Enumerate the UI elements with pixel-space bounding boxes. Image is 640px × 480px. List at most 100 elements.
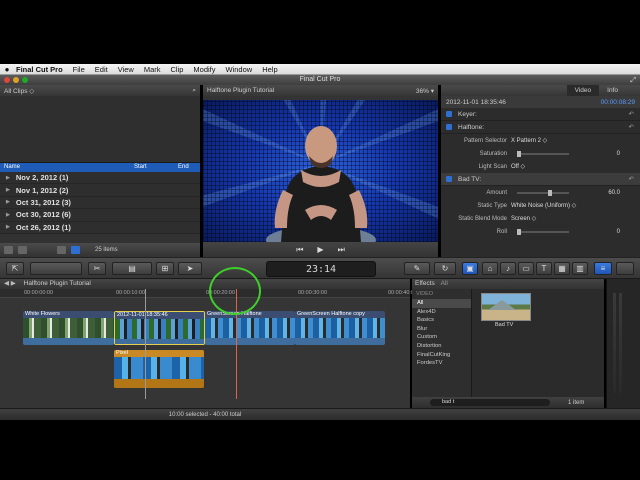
effects-browser-icon[interactable]: ▣ (462, 262, 478, 275)
disclosure-triangle-icon[interactable]: ▶ (6, 199, 10, 205)
selection-duration: 10:00 selected - 40:00 total (168, 412, 242, 418)
column-start[interactable]: Start (130, 163, 174, 172)
effect-bad-tv[interactable]: Bad TV: ↶ (441, 173, 640, 186)
enable-checkbox[interactable] (446, 111, 452, 117)
generators-browser-icon[interactable]: ▦ (554, 262, 570, 275)
timeline-clip-selected[interactable]: 2012-11-01 18:35:46 (114, 311, 205, 345)
gear-icon[interactable] (18, 246, 27, 254)
connect-icon[interactable]: ⊞ (156, 262, 174, 275)
playhead[interactable] (145, 289, 146, 399)
timeline-header: ◀ ▶ Halftone Plugin Tutorial (0, 279, 410, 289)
reset-icon[interactable]: ↶ (629, 175, 634, 183)
category-item[interactable]: Alex4D (412, 308, 471, 317)
select-tool-icon[interactable]: ➤ (178, 262, 202, 275)
filmstrip-view-icon[interactable] (57, 246, 66, 254)
transitions-browser-icon[interactable]: ▭ (518, 262, 534, 275)
timeline-clip[interactable]: White Flowers (23, 311, 114, 345)
timeline-status-bar: 10:00 selected - 40:00 total (0, 408, 640, 420)
effect-halftone[interactable]: Halftone: ↶ (441, 121, 640, 134)
list-item[interactable]: ▶ Oct 26, 2012 (1) (0, 221, 200, 234)
import-icon[interactable]: ⇱ (6, 262, 24, 275)
disclosure-triangle-icon[interactable]: ▶ (6, 212, 10, 218)
next-button[interactable]: ⏭ (338, 245, 345, 255)
category-item[interactable]: FordesTV (412, 359, 471, 368)
music-browser-icon[interactable]: ♪ (500, 262, 516, 275)
category-item[interactable]: Custom (412, 333, 471, 342)
timeline-ruler[interactable]: 00:00:00:00 00:00:10:00 00:00:20:00 00:0… (0, 289, 417, 298)
category-item[interactable]: Blur (412, 325, 471, 334)
effects-search-input[interactable]: bad t (430, 399, 550, 406)
library-area[interactable] (0, 96, 200, 163)
disclosure-triangle-icon[interactable]: ▶ (6, 224, 10, 230)
effects-filter[interactable]: All (441, 280, 448, 287)
category-item[interactable]: Distortion (412, 342, 471, 351)
fullscreen-playback-icon[interactable] (616, 262, 634, 275)
light-scan-dropdown[interactable]: Off ◇ (511, 163, 525, 170)
list-view-icon[interactable] (71, 246, 80, 254)
connected-clip[interactable]: Pixel (114, 350, 204, 388)
retime-icon[interactable]: ↻ (434, 262, 456, 275)
blade-icon[interactable]: ✂ (88, 262, 106, 275)
library-toggle-icon[interactable] (4, 246, 13, 254)
tab-video[interactable]: Video (566, 85, 600, 96)
photo-browser-icon[interactable]: ⌂ (482, 262, 498, 275)
enable-checkbox[interactable] (446, 176, 452, 182)
column-end[interactable]: End (174, 163, 189, 172)
inspector-toggle-icon[interactable]: ≡ (594, 262, 612, 275)
menu-clip[interactable]: Clip (166, 65, 189, 74)
timeline-clip[interactable]: GreenScreen Halftone copy (295, 311, 385, 345)
enable-checkbox[interactable] (446, 124, 452, 130)
reset-icon[interactable]: ↶ (629, 110, 634, 118)
menu-edit[interactable]: Edit (90, 65, 113, 74)
amount-slider[interactable] (517, 189, 569, 196)
static-type-dropdown[interactable]: White Noise (Uniform) ◇ (511, 202, 576, 209)
menu-file[interactable]: File (68, 65, 90, 74)
menu-help[interactable]: Help (257, 65, 282, 74)
effect-thumbnail[interactable] (481, 293, 531, 321)
menu-window[interactable]: Window (221, 65, 258, 74)
keyword-button[interactable] (30, 262, 82, 275)
dashboard-timecode[interactable]: 23:14 (266, 261, 376, 277)
video-frame[interactable] (203, 100, 438, 242)
menu-mark[interactable]: Mark (139, 65, 166, 74)
list-item[interactable]: ▶ Oct 31, 2012 (3) (0, 196, 200, 210)
zoom-dropdown[interactable]: 36% ▾ (416, 87, 434, 95)
search-icon[interactable]: ⌕ (192, 87, 196, 95)
inspector-header: 2012-11-01 18:35:46 00:00:08:29 (441, 96, 640, 108)
list-item[interactable]: ▶ Nov 2, 2012 (1) (0, 172, 200, 185)
list-item[interactable]: ▶ Oct 30, 2012 (6) (0, 209, 200, 222)
saturation-slider[interactable] (517, 150, 569, 157)
disclosure-triangle-icon[interactable]: ▶ (6, 187, 10, 193)
clip-filter-dropdown[interactable]: All Clips ◇ (4, 87, 34, 95)
reset-icon[interactable]: ↶ (629, 123, 634, 131)
timeline-history-arrows[interactable]: ◀ ▶ (4, 280, 16, 287)
menu-modify[interactable]: Modify (188, 65, 220, 74)
effect-keyer[interactable]: Keyer: ↶ (441, 108, 640, 121)
list-item[interactable]: ▶ Nov 1, 2012 (2) (0, 184, 200, 197)
category-item[interactable]: FinalCutKing (412, 351, 471, 360)
titles-browser-icon[interactable]: T (536, 262, 552, 275)
menu-app[interactable]: Final Cut Pro (14, 65, 68, 74)
edit-mode-buttons[interactable]: ▤ (112, 262, 152, 275)
tab-info[interactable]: Info (599, 85, 626, 96)
enhance-icon[interactable]: ✎ (404, 262, 430, 275)
minimize-window-button[interactable] (13, 77, 19, 83)
roll-slider[interactable] (517, 228, 569, 235)
category-all[interactable]: All (412, 299, 471, 308)
timeline[interactable]: White Flowers 2012-11-01 18:35:46 GreenS… (0, 289, 410, 408)
menu-bar: ● Final Cut Pro File Edit View Mark Clip… (0, 64, 640, 75)
close-window-button[interactable] (4, 77, 10, 83)
disclosure-triangle-icon[interactable]: ▶ (6, 175, 10, 181)
timeline-clip[interactable]: GreenScreen Halftone (205, 311, 295, 345)
column-name[interactable]: Name (0, 163, 130, 172)
previous-button[interactable]: ⏮ (296, 245, 303, 255)
category-header: VIDEO (416, 291, 434, 297)
blend-mode-dropdown[interactable]: Screen ◇ (511, 215, 536, 222)
zoom-window-button[interactable] (22, 77, 28, 83)
pattern-dropdown[interactable]: X Pattern 2 ◇ (511, 137, 547, 144)
themes-browser-icon[interactable]: ▥ (572, 262, 588, 275)
category-item[interactable]: Basics (412, 316, 471, 325)
play-button[interactable]: ▶ (317, 245, 323, 254)
apple-menu-icon[interactable]: ● (0, 65, 14, 74)
menu-view[interactable]: View (113, 65, 139, 74)
